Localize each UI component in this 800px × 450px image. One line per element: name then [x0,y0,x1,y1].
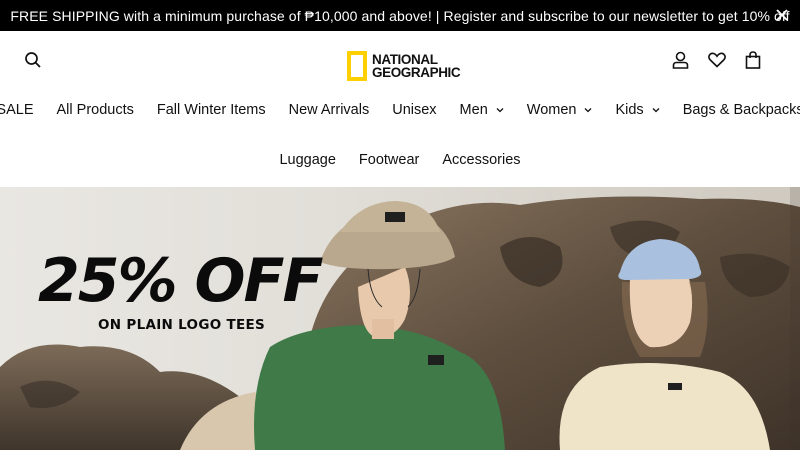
close-icon[interactable] [774,7,790,23]
chevron-down-icon [496,106,504,114]
nav-item-bags-backpacks[interactable]: Bags & Backpacks [683,102,800,118]
nav-item-sale[interactable]: SALE [0,102,34,118]
main-navigation: SALE All Products Fall Winter Items New … [0,87,800,187]
nav-row-1: SALE All Products Fall Winter Items New … [0,102,800,118]
header-actions [671,50,762,69]
nav-item-luggage[interactable]: Luggage [279,152,335,168]
cart-bag-icon[interactable] [743,50,762,69]
announcement-text: FREE SHIPPING with a minimum purchase of… [10,7,790,24]
hero-banner[interactable]: 25% OFF ON PLAIN LOGO TEES [0,187,800,450]
hero-headline: 25% OFF [38,246,323,316]
nav-item-fall-winter-items[interactable]: Fall Winter Items [157,102,266,118]
nav-item-kids[interactable]: Kids [615,102,660,118]
logo-wordmark: NATIONAL GEOGRAPHIC [372,53,461,80]
hero-subheadline: ON PLAIN LOGO TEES [98,317,266,333]
nav-item-all-products[interactable]: All Products [57,102,134,118]
nav-item-men[interactable]: Men [460,102,504,118]
nav-item-new-arrivals[interactable]: New Arrivals [289,102,370,118]
nav-item-unisex[interactable]: Unisex [392,102,436,118]
search-icon[interactable] [24,51,42,69]
nav-row-2: Luggage Footwear Accessories [0,152,800,168]
logo-line2: GEOGRAPHIC [372,65,461,80]
brand-logo[interactable]: NATIONAL GEOGRAPHIC [347,50,461,82]
wishlist-heart-icon[interactable] [707,50,726,69]
nav-item-accessories[interactable]: Accessories [442,152,520,168]
chevron-down-icon [652,106,660,114]
announcement-bar: FREE SHIPPING with a minimum purchase of… [0,0,800,31]
nav-item-women[interactable]: Women [527,102,593,118]
site-header: NATIONAL GEOGRAPHIC [0,31,800,87]
account-icon[interactable] [671,50,690,69]
nav-item-footwear[interactable]: Footwear [359,152,419,168]
chevron-down-icon [584,106,592,114]
logo-yellow-frame-icon [347,51,367,81]
